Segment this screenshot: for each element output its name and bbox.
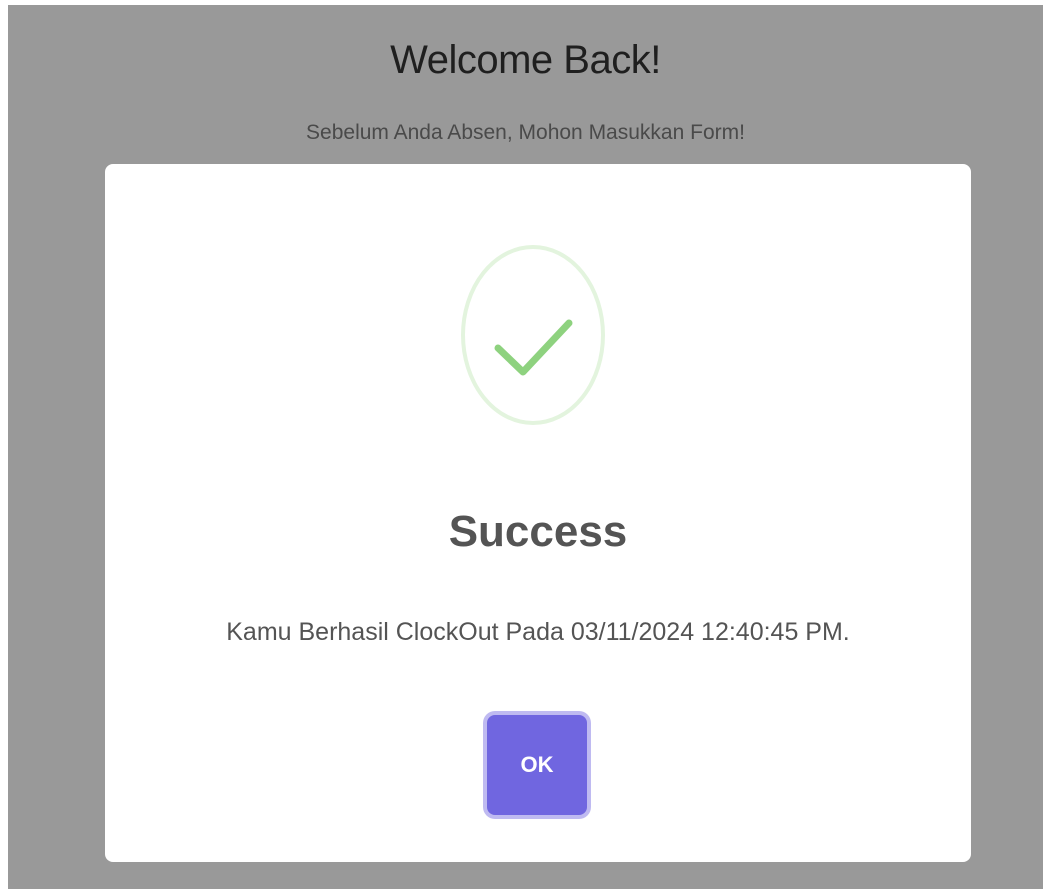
page-subtitle: Sebelum Anda Absen, Mohon Masukkan Form! (306, 121, 745, 144)
page-title: Welcome Back! (390, 38, 661, 82)
success-check-icon (460, 242, 610, 428)
page: Welcome Back! Sebelum Anda Absen, Mohon … (0, 0, 1043, 889)
dialog-message: Kamu Berhasil ClockOut Pada 03/11/2024 1… (226, 618, 850, 646)
success-check-icon-graphic (461, 245, 605, 425)
success-dialog: Success Kamu Berhasil ClockOut Pada 03/1… (105, 164, 971, 862)
dialog-title: Success (448, 507, 628, 556)
ok-button[interactable]: OK (487, 715, 587, 815)
